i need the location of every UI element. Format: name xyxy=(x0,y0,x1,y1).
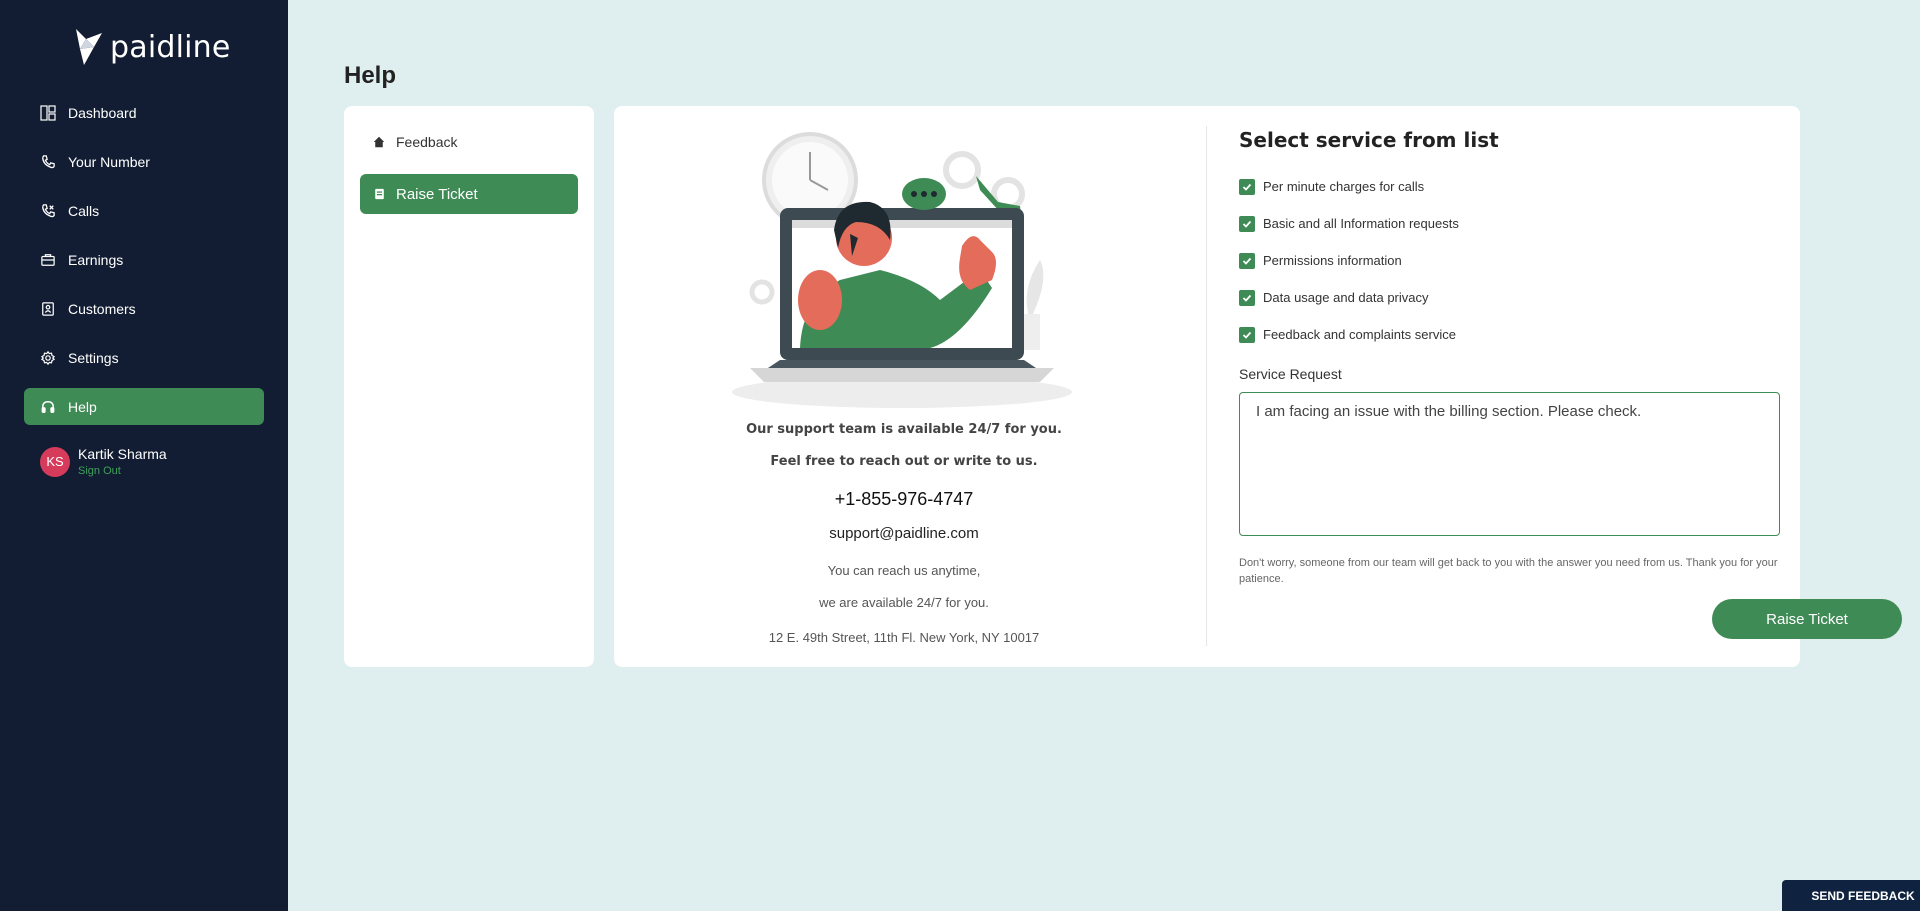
support-address: 12 E. 49th Street, 11th Fl. New York, NY… xyxy=(768,630,1040,645)
raise-ticket-button[interactable]: Raise Ticket xyxy=(1712,599,1902,639)
checkbox-checked-icon[interactable] xyxy=(1239,326,1255,343)
sidebar-item-label: Help xyxy=(68,398,97,415)
service-option-label: Basic and all Information requests xyxy=(1263,216,1459,231)
support-phone[interactable]: +1-855-976-4747 xyxy=(614,489,1194,510)
service-option[interactable]: Feedback and complaints service xyxy=(1239,316,1779,353)
checkbox-checked-icon[interactable] xyxy=(1239,178,1255,195)
send-feedback-button[interactable]: SEND FEEDBACK xyxy=(1782,880,1920,911)
sidebar-item-label: Dashboard xyxy=(68,104,137,121)
menu-item-label: Raise Ticket xyxy=(396,185,478,203)
menu-item-raise-ticket[interactable]: Raise Ticket xyxy=(360,174,578,214)
home-icon xyxy=(372,135,386,149)
headphones-icon xyxy=(40,399,56,415)
service-option[interactable]: Permissions information xyxy=(1239,242,1779,279)
sidebar-item-customers[interactable]: Customers xyxy=(24,290,264,327)
service-option-label: Feedback and complaints service xyxy=(1263,327,1456,342)
contacts-icon xyxy=(40,301,56,317)
sidebar-item-calls[interactable]: Calls xyxy=(24,192,264,229)
sidebar-item-label: Your Number xyxy=(68,153,150,170)
paidline-logo-icon xyxy=(76,29,102,65)
ticket-icon xyxy=(372,187,386,201)
sidebar-item-help[interactable]: Help xyxy=(24,388,264,425)
service-option-label: Data usage and data privacy xyxy=(1263,290,1429,305)
page-title: Help xyxy=(344,62,397,89)
service-option-label: Per minute charges for calls xyxy=(1263,179,1425,194)
menu-item-label: Feedback xyxy=(396,134,458,150)
patience-note: Don't worry, someone from our team will … xyxy=(1239,557,1778,585)
sidebar-item-your-number[interactable]: Your Number xyxy=(24,143,264,180)
service-request-label: Service Request xyxy=(1239,366,1342,382)
logo[interactable]: paidline xyxy=(72,26,231,68)
help-menu: Feedback Raise Ticket xyxy=(344,106,594,667)
reach-text-2: we are available 24/7 for you. xyxy=(819,595,989,610)
service-option-label: Permissions information xyxy=(1263,253,1402,268)
service-option[interactable]: Data usage and data privacy xyxy=(1239,279,1779,316)
gear-icon xyxy=(40,350,56,366)
sidebar-item-label: Settings xyxy=(68,349,119,366)
reach-text-1: You can reach us anytime, xyxy=(827,563,981,578)
sidebar-item-label: Calls xyxy=(68,202,100,219)
sidebar-item-earnings[interactable]: Earnings xyxy=(24,241,264,278)
service-option[interactable]: Basic and all Information requests xyxy=(1239,205,1779,242)
user-profile: KS Kartik Sharma Sign Out xyxy=(40,446,167,477)
divider xyxy=(1206,126,1207,646)
dashboard-icon xyxy=(40,104,56,121)
service-request-textarea[interactable]: I am facing an issue with the billing se… xyxy=(1239,392,1780,536)
checkbox-checked-icon[interactable] xyxy=(1239,215,1255,232)
phone-icon xyxy=(40,154,56,170)
sidebar-item-label: Earnings xyxy=(68,251,124,268)
support-email[interactable]: support@paidline.com xyxy=(614,525,1194,542)
checkbox-checked-icon[interactable] xyxy=(1239,252,1255,269)
sign-out-link[interactable]: Sign Out xyxy=(78,465,167,477)
service-checklist: Per minute charges for calls Basic and a… xyxy=(1239,168,1779,353)
service-form: Select service from list Per minute char… xyxy=(1239,126,1780,587)
sidebar: paidline Dashboard Your Number Calls Ear… xyxy=(0,0,288,911)
phone-call-icon xyxy=(40,203,56,219)
support-reachout-text: Feel free to reach out or write to us. xyxy=(770,454,1038,469)
sidebar-item-dashboard[interactable]: Dashboard xyxy=(24,94,264,131)
briefcase-icon xyxy=(40,252,56,268)
support-illustration xyxy=(732,132,1072,408)
service-list-title: Select service from list xyxy=(1239,128,1499,152)
sidebar-item-label: Customers xyxy=(68,300,136,317)
brand-name: paidline xyxy=(110,29,231,65)
support-availability-text: Our support team is available 24/7 for y… xyxy=(746,422,1062,437)
sidebar-item-settings[interactable]: Settings xyxy=(24,339,264,376)
checkbox-checked-icon[interactable] xyxy=(1239,289,1255,306)
service-option[interactable]: Per minute charges for calls xyxy=(1239,168,1779,205)
menu-item-feedback[interactable]: Feedback xyxy=(360,122,578,162)
help-content-card: Our support team is available 24/7 for y… xyxy=(614,106,1902,667)
sidebar-nav: Dashboard Your Number Calls Earnings Cus… xyxy=(24,94,264,437)
user-name: Kartik Sharma xyxy=(78,446,167,462)
avatar[interactable]: KS xyxy=(40,446,70,477)
